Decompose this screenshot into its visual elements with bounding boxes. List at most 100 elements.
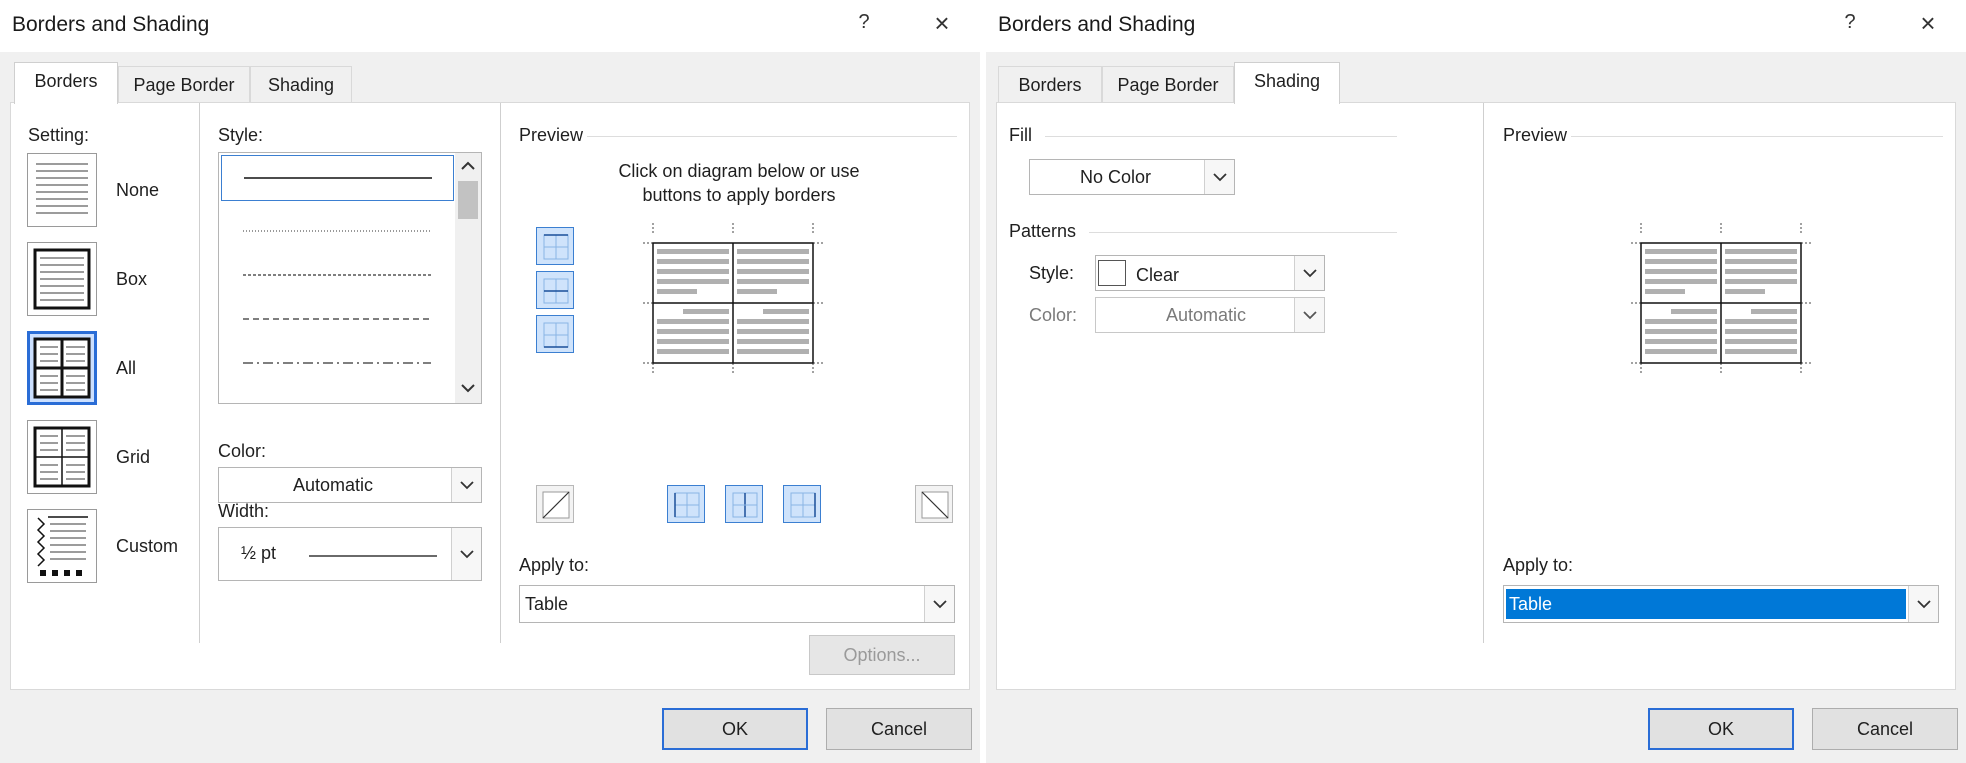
diagonal-up-border-button[interactable] [536, 485, 574, 523]
scrollbar-thumb[interactable] [458, 181, 478, 219]
pattern-style-label: Style: [1029, 263, 1075, 283]
help-button[interactable]: ? [1838, 11, 1862, 39]
setting-box-option[interactable] [27, 242, 97, 316]
diagonal-up-icon [542, 491, 570, 519]
fill-rule [1045, 136, 1397, 137]
right-border-button[interactable] [783, 485, 821, 523]
tab-borders[interactable]: Borders [14, 62, 118, 104]
tab-borders[interactable]: Borders [998, 66, 1102, 104]
apply-to-selection-highlight [1506, 589, 1906, 619]
bottom-border-icon [543, 322, 569, 348]
preview-instruction-1: Click on diagram below or use [618, 161, 860, 181]
pattern-color-value: Automatic [1166, 305, 1247, 325]
dialog-title: Borders and Shading [12, 13, 210, 36]
fill-color-value: No Color [1080, 167, 1152, 187]
chevron-down-icon [460, 550, 474, 559]
close-button[interactable]: × [922, 8, 962, 42]
table-preview-diagram[interactable] [643, 223, 843, 383]
pattern-style-dropdown[interactable]: Clear [1095, 255, 1325, 291]
setting-box-label: Box [116, 269, 148, 289]
pattern-style-arrow[interactable] [1294, 256, 1324, 290]
preview-label: Preview [1503, 125, 1568, 145]
apply-to-value: Table [525, 594, 569, 614]
help-button[interactable]: ? [852, 11, 876, 39]
box-border-icon [33, 248, 91, 310]
tab-page-border[interactable]: Page Border [118, 66, 250, 104]
width-label: Width: [218, 501, 270, 521]
ok-button[interactable]: OK [662, 708, 808, 750]
border-color-arrow[interactable] [451, 468, 481, 502]
tab-page-border[interactable]: Page Border [1102, 66, 1234, 104]
style-label: Style: [218, 125, 264, 145]
pattern-style-value: Clear [1136, 265, 1180, 285]
border-width-arrow[interactable] [451, 528, 481, 580]
cancel-button[interactable]: Cancel [1812, 708, 1958, 750]
top-border-button[interactable] [536, 227, 574, 265]
patterns-label: Patterns [1009, 221, 1077, 241]
setting-none-label: None [116, 180, 160, 200]
left-border-icon [674, 492, 700, 518]
diagonal-down-border-button[interactable] [915, 485, 953, 523]
setting-grid-option[interactable] [27, 420, 97, 494]
apply-to-arrow[interactable] [924, 586, 954, 622]
left-border-button[interactable] [667, 485, 705, 523]
line-style-list[interactable] [218, 152, 482, 404]
borders-dialog: Borders and Shading ? × Borders Page Bor… [0, 0, 980, 763]
scroll-up-icon[interactable] [461, 161, 475, 170]
scroll-down-icon[interactable] [461, 384, 475, 393]
pattern-color-arrow[interactable] [1294, 298, 1324, 332]
pattern-swatch [1098, 260, 1126, 286]
patterns-rule [1089, 232, 1397, 233]
preview-rule [587, 136, 957, 137]
setting-custom-label: Custom [116, 536, 179, 556]
line-style-solid-selected[interactable] [221, 155, 454, 201]
chevron-down-icon [1303, 269, 1317, 278]
tab-shading[interactable]: Shading [1234, 62, 1340, 104]
apply-to-dropdown[interactable]: Table [519, 585, 955, 623]
apply-to-dropdown[interactable]: Table [1503, 585, 1939, 623]
cancel-button[interactable]: Cancel [826, 708, 972, 750]
preview-label: Preview [519, 125, 584, 145]
border-color-dropdown[interactable]: Automatic [218, 467, 482, 503]
ok-button[interactable]: OK [1648, 708, 1794, 750]
tab-borders-label: Borders [1018, 75, 1082, 95]
setting-label: Setting: [28, 125, 90, 145]
tab-shading-label: Shading [1253, 71, 1321, 91]
fill-color-arrow[interactable] [1204, 160, 1234, 194]
chevron-down-icon [460, 481, 474, 490]
border-width-dropdown[interactable]: ½ pt [218, 527, 482, 581]
bottom-border-button[interactable] [536, 315, 574, 353]
setting-all-option[interactable] [27, 331, 97, 405]
setting-none-option[interactable] [27, 153, 97, 227]
inside-horizontal-border-button[interactable] [536, 271, 574, 309]
line-style-options[interactable] [221, 205, 454, 395]
diagonal-down-icon [921, 491, 949, 519]
apply-to-arrow[interactable] [1908, 586, 1938, 622]
tab-page-border-label: Page Border [133, 75, 235, 95]
chevron-down-icon [1303, 311, 1317, 320]
shading-tab-panel: Fill No Color Patterns Style: Clear Colo… [996, 102, 1956, 690]
setting-grid-label: Grid [116, 447, 151, 467]
inside-vertical-border-button[interactable] [725, 485, 763, 523]
line-style-scrollbar[interactable] [455, 153, 481, 403]
pattern-color-dropdown[interactable]: Automatic [1095, 297, 1325, 333]
setting-custom-option[interactable] [27, 509, 97, 583]
apply-to-value: Table [1509, 594, 1553, 614]
inside-vertical-border-icon [732, 492, 758, 518]
fill-label: Fill [1009, 125, 1032, 145]
table-preview-diagram [1631, 223, 1813, 375]
grid-border-icon [33, 426, 91, 488]
all-borders-icon [33, 337, 91, 399]
pattern-color-label: Color: [1029, 305, 1078, 325]
preview-rule [1571, 136, 1943, 137]
preview-instruction-2: buttons to apply borders [642, 185, 836, 205]
fill-color-dropdown[interactable]: No Color [1029, 159, 1235, 195]
right-border-icon [790, 492, 816, 518]
close-button[interactable]: × [1908, 8, 1948, 42]
apply-to-label: Apply to: [1503, 555, 1574, 575]
tab-shading[interactable]: Shading [250, 66, 352, 104]
dialog-title: Borders and Shading [998, 13, 1196, 36]
options-button[interactable]: Options... [809, 635, 955, 675]
column-divider [199, 103, 200, 643]
chevron-down-icon [1917, 600, 1931, 609]
